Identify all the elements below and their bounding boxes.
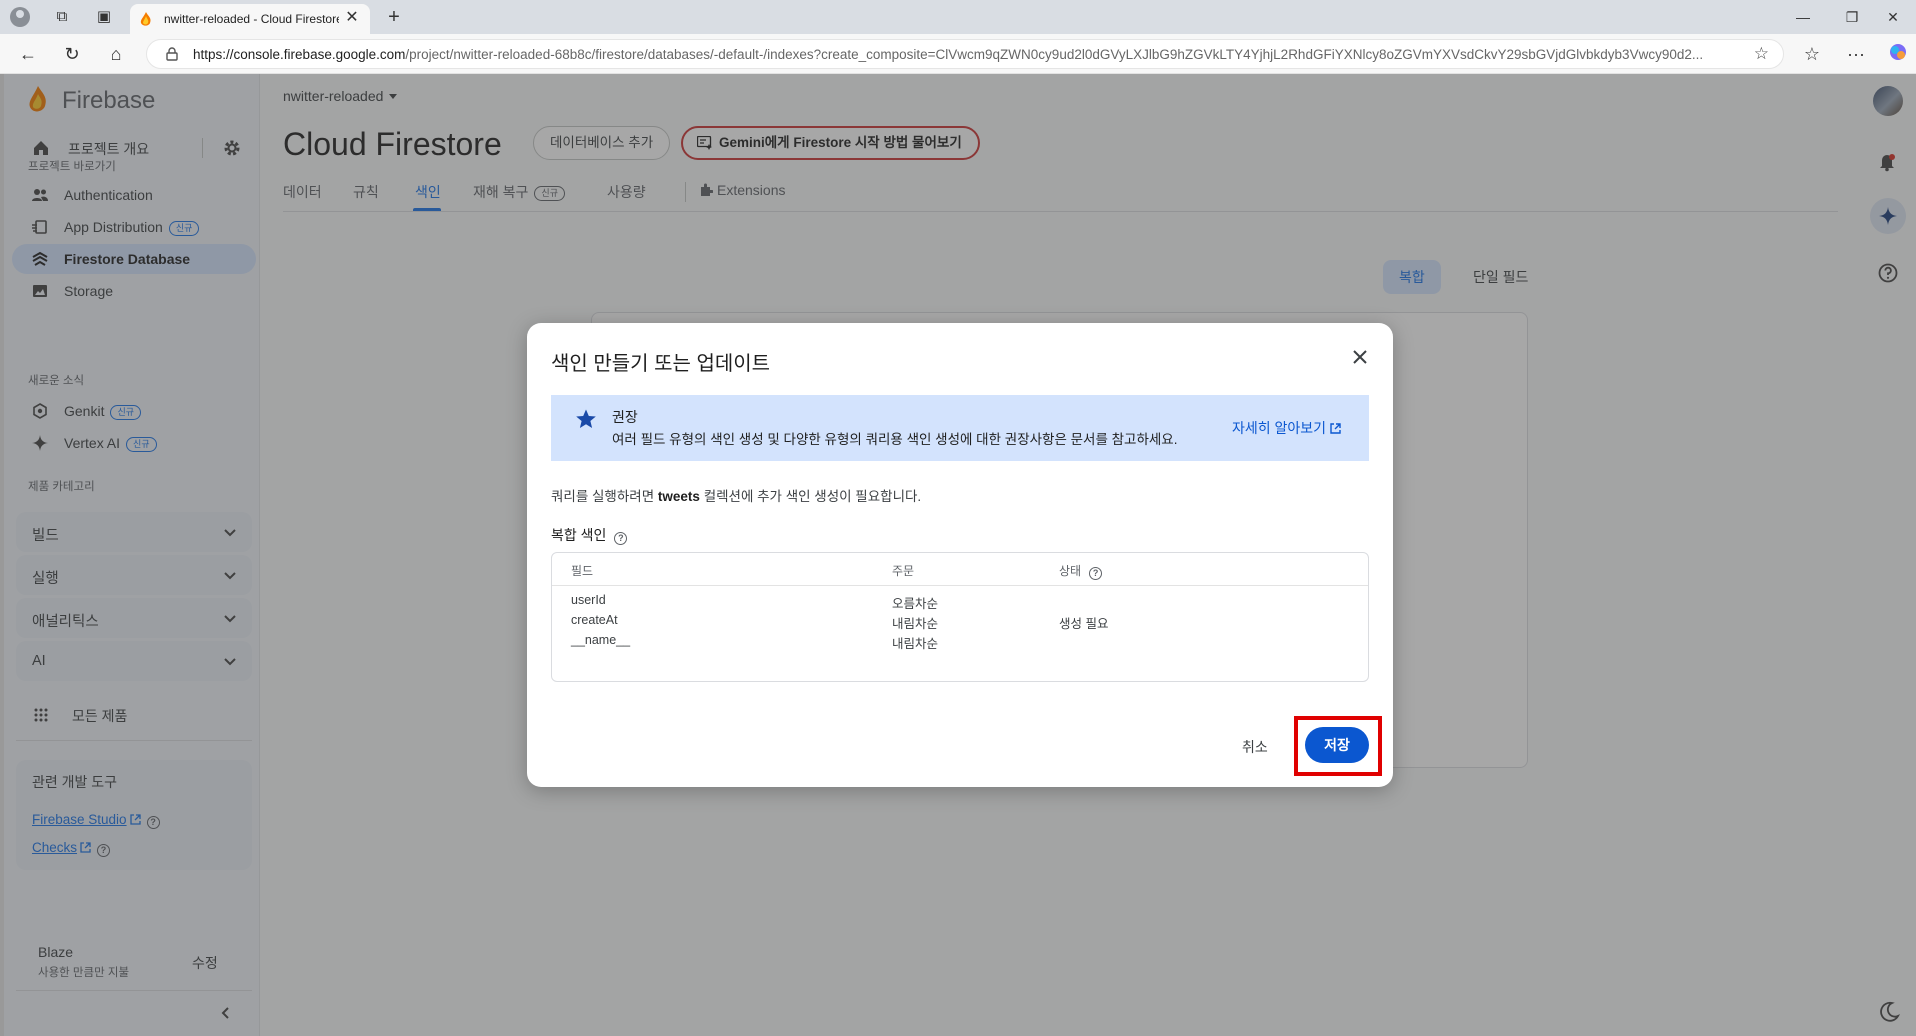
table-cell-order: 내림차순 <box>892 617 939 631</box>
favorite-star-icon[interactable]: ☆ <box>1754 44 1769 64</box>
restore-button[interactable]: ❐ <box>1829 5 1875 29</box>
cancel-button[interactable]: 취소 <box>1242 737 1268 757</box>
workspaces-icon[interactable]: ⧉ <box>52 7 72 27</box>
url-text: https://console.firebase.google.com/proj… <box>193 47 1704 62</box>
close-icon[interactable] <box>1350 347 1370 367</box>
firebase-favicon-icon <box>140 12 151 26</box>
lock-icon <box>166 47 178 61</box>
table-cell-status: 생성 필요 <box>1059 617 1109 631</box>
table-cell-field: __name__ <box>571 633 631 647</box>
table-cell-field: createAt <box>571 613 618 627</box>
recommendation-banner: 권장 여러 필드 유형의 색인 생성 및 다양한 유형의 쿼리용 색인 생성에 … <box>551 395 1369 461</box>
recommendation-text: 여러 필드 유형의 색인 생성 및 다양한 유형의 쿼리용 색인 생성에 대한 … <box>612 432 1178 447</box>
back-button[interactable]: ← <box>16 42 40 66</box>
tab-actions-icon[interactable]: ▣ <box>94 7 114 27</box>
dialog-title: 색인 만들기 또는 업데이트 <box>551 353 771 375</box>
copilot-icon[interactable] <box>1886 42 1910 66</box>
browser-tabbar: ⧉ ▣ nwitter-reloaded - Cloud Firestore ✕… <box>0 0 1916 34</box>
index-fields-table: 필드 주문 상태? userId 오름차순 createAt 내림차순 생성 필… <box>551 552 1369 682</box>
more-menu-icon[interactable]: ··· <box>1844 42 1868 66</box>
table-cell-order: 오름차순 <box>892 597 939 611</box>
minimize-button[interactable]: — <box>1780 5 1826 29</box>
table-header: 필드 주문 상태? <box>552 553 1368 586</box>
tab-title: nwitter-reloaded - Cloud Firestore <box>164 12 339 26</box>
help-icon[interactable]: ? <box>614 532 628 545</box>
column-header-order: 주문 <box>892 564 915 578</box>
browser-tab[interactable]: nwitter-reloaded - Cloud Firestore ✕ <box>130 4 370 34</box>
index-required-note: 쿼리를 실행하려면 tweets 컬렉션에 추가 색인 생성이 필요합니다. <box>551 489 922 504</box>
external-link-icon <box>1330 423 1341 434</box>
recommendation-title: 권장 <box>612 409 638 425</box>
save-button-highlight <box>1294 716 1382 776</box>
table-cell-field: userId <box>571 593 606 607</box>
favorites-icon[interactable]: ☆ <box>1800 42 1824 66</box>
composite-index-title: 복합 색인? <box>551 525 628 545</box>
create-index-dialog: 색인 만들기 또는 업데이트 권장 여러 필드 유형의 색인 생성 및 다양한 … <box>527 323 1393 787</box>
new-tab-button[interactable]: + <box>382 5 406 29</box>
address-bar-row: ← ↻ ⌂ https://console.firebase.google.co… <box>0 34 1916 74</box>
home-button[interactable]: ⌂ <box>104 42 128 66</box>
column-header-field: 필드 <box>571 564 594 578</box>
column-header-status: 상태? <box>1059 562 1103 580</box>
url-input[interactable]: https://console.firebase.google.com/proj… <box>146 39 1784 69</box>
tab-close-icon[interactable]: ✕ <box>342 8 362 28</box>
close-window-button[interactable]: ✕ <box>1870 5 1916 29</box>
profile-icon[interactable] <box>10 7 30 27</box>
collection-name: tweets <box>657 489 700 504</box>
learn-more-link[interactable]: 자세히 알아보기 <box>1232 418 1341 438</box>
star-icon <box>576 409 596 428</box>
table-cell-order: 내림차순 <box>892 637 939 651</box>
help-icon[interactable]: ? <box>1089 567 1103 580</box>
reload-button[interactable]: ↻ <box>60 42 84 66</box>
